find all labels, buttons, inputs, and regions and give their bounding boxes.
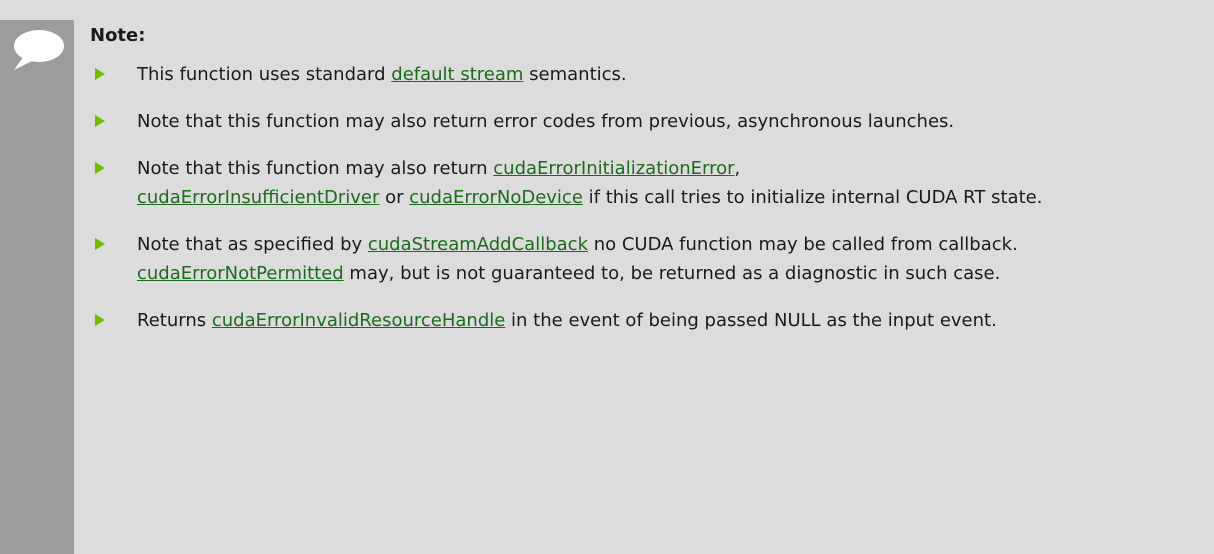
item-text: Note that this function may also return [137,158,494,179]
triangle-bullet-icon [95,238,105,250]
item-text: , [734,158,741,179]
item-text: if this call tries to initialize interna… [582,187,1043,208]
cuda-stream-add-callback-link[interactable]: cudaStreamAddCallback [368,234,588,255]
item-text: semantics. [523,64,627,85]
note-list: This function uses standard default stre… [90,60,1208,335]
note-content: Note: This function uses standard defaul… [90,0,1208,335]
item-text: Returns [137,310,212,331]
item-text: or [379,187,410,208]
cuda-error-initialization-error-link[interactable]: cudaErrorInitializationError [493,158,734,179]
cuda-error-not-permitted-link[interactable]: cudaErrorNotPermitted [137,263,344,284]
item-text: Note that as specified by [137,234,368,255]
item-text: Note that this function may also return … [137,111,955,132]
cuda-error-no-device-link[interactable]: cudaErrorNoDevice [409,187,583,208]
item-text: no CUDA function may be called from call… [588,234,1018,255]
list-item: Note that this function may also return … [90,107,1208,136]
item-text: in the event of being passed NULL as the… [505,310,997,331]
list-item: Returns cudaErrorInvalidResourceHandle i… [90,306,1208,335]
item-text: This function uses standard [137,64,392,85]
speech-bubble-icon [14,30,64,70]
triangle-bullet-icon [95,115,105,127]
note-sidebar-top [0,0,74,20]
list-item: Note that as specified by cudaStreamAddC… [90,230,1208,288]
item-text: may, but is not guaranteed to, be return… [343,263,1001,284]
list-item: Note that this function may also return … [90,154,1208,212]
note-title: Note: [90,25,146,46]
default-stream-link[interactable]: default stream [391,64,523,85]
triangle-bullet-icon [95,314,105,326]
list-item: This function uses standard default stre… [90,60,1208,89]
cuda-error-insufficient-driver-link[interactable]: cudaErrorInsufficientDriver [137,187,379,208]
note-box: Note: This function uses standard defaul… [0,0,1214,554]
cuda-error-invalid-resource-handle-link[interactable]: cudaErrorInvalidResourceHandle [212,310,505,331]
note-sidebar [0,0,74,554]
triangle-bullet-icon [95,162,105,174]
triangle-bullet-icon [95,68,105,80]
